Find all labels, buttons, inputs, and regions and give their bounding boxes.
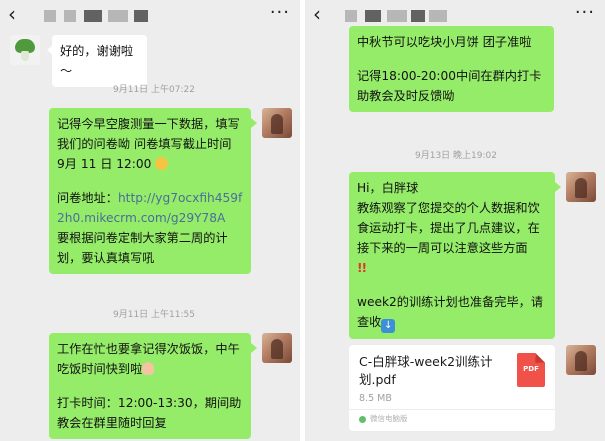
file-size: 8.5 MB	[359, 393, 392, 404]
message-text: 要根据问卷定制大家第二周的计划，要认真填写吼	[57, 231, 228, 265]
timestamp: 9月11日 上午07:22	[113, 85, 195, 95]
chevron-left-icon[interactable]: ‹	[313, 2, 321, 26]
message-bubble-outgoing[interactable]: 工作在忙也要拿记得次饭饭，中午吃饭时间快到啦 打卡时间：12:00-13:30，…	[49, 333, 251, 439]
redacted-title	[411, 10, 425, 22]
message-text: 教练观察了您提交的个人数据和饮食运动打卡，提出了几点建议，在接下来的一周可以注意…	[357, 201, 540, 255]
redacted-title	[84, 10, 102, 22]
more-dots-icon[interactable]: ···	[270, 2, 290, 23]
message-text: 好的，谢谢啦～	[60, 44, 134, 78]
pdf-file-icon: PDF	[517, 353, 545, 387]
message-text: Hi，白胖球	[357, 181, 419, 195]
message-bubble-outgoing[interactable]: Hi，白胖球 教练观察了您提交的个人数据和饮食运动打卡，提出了几点建议，在接下来…	[349, 172, 555, 339]
file-source: 微信电脑版	[370, 414, 408, 423]
message-text: 中秋节可以吃块小月饼 团子准啦	[357, 35, 532, 49]
redacted-title	[134, 10, 148, 22]
self-avatar[interactable]	[566, 172, 596, 202]
message-text: week2的训练计划也准备完毕，请查收 ↓	[357, 295, 544, 333]
message-text: 打卡时间：12:00-13:30，期间助教会在群里随时回复	[57, 396, 242, 430]
chevron-left-icon[interactable]: ‹	[8, 2, 16, 26]
bubble-tail	[251, 343, 257, 353]
redacted-title	[429, 10, 447, 22]
hand-emoji-icon	[142, 362, 155, 375]
contact-avatar[interactable]	[10, 35, 40, 65]
message-bubble-outgoing[interactable]: 记得今早空腹测量一下数据，填写我们的问卷呦 问卷填写截止时间 9月 11 日 1…	[49, 108, 251, 274]
chat-panel-right: ‹ ··· 中秋节可以吃块小月饼 团子准啦 记得18:00-20:00中间在群内…	[305, 0, 605, 441]
more-dots-icon[interactable]: ···	[575, 2, 595, 23]
timestamp: 9月11日 上午11:55	[113, 310, 195, 320]
chat-panel-left: ‹ ··· 好的，谢谢啦～ 9月11日 上午07:22 记得今早空腹测量一下数据…	[0, 0, 300, 441]
file-name: C-白胖球-week2训练计划.pdf	[359, 354, 493, 387]
file-card-divider	[349, 409, 555, 410]
bubble-tail	[555, 182, 561, 192]
smile-emoji-icon	[155, 157, 169, 170]
self-avatar[interactable]	[566, 345, 596, 375]
message-text: 问卷地址：http://yg7ocxfih459f2h0.mikecrm.com…	[57, 191, 243, 225]
redacted-title	[44, 10, 56, 22]
wechat-pc-icon	[359, 416, 366, 423]
redacted-title	[64, 10, 76, 22]
double-exclamation-emoji-icon: !!	[357, 261, 367, 275]
self-avatar[interactable]	[262, 108, 292, 138]
download-arrow-emoji-icon: ↓	[381, 319, 396, 333]
chat-header: ‹ ···	[0, 0, 300, 30]
self-avatar[interactable]	[262, 333, 292, 363]
redacted-title	[365, 10, 381, 22]
timestamp: 9月13日 晚上19:02	[415, 151, 497, 161]
redacted-title	[345, 10, 357, 22]
message-bubble-outgoing[interactable]: 中秋节可以吃块小月饼 团子准啦 记得18:00-20:00中间在群内打卡助教会及…	[349, 26, 554, 112]
message-text: 记得今早空腹测量一下数据，填写我们的问卷呦 问卷填写截止时间 9月 11 日 1…	[57, 117, 240, 171]
redacted-title	[387, 10, 407, 22]
message-bubble-incoming[interactable]: 好的，谢谢啦～	[52, 35, 147, 87]
redacted-title	[108, 10, 128, 22]
message-text: 记得18:00-20:00中间在群内打卡助教会及时反馈呦	[357, 69, 542, 103]
file-attachment-card[interactable]: C-白胖球-week2训练计划.pdf 8.5 MB PDF 微信电脑版	[349, 345, 555, 431]
message-text: 工作在忙也要拿记得次饭饭，中午吃饭时间快到啦	[57, 342, 240, 376]
bubble-tail	[251, 118, 257, 128]
